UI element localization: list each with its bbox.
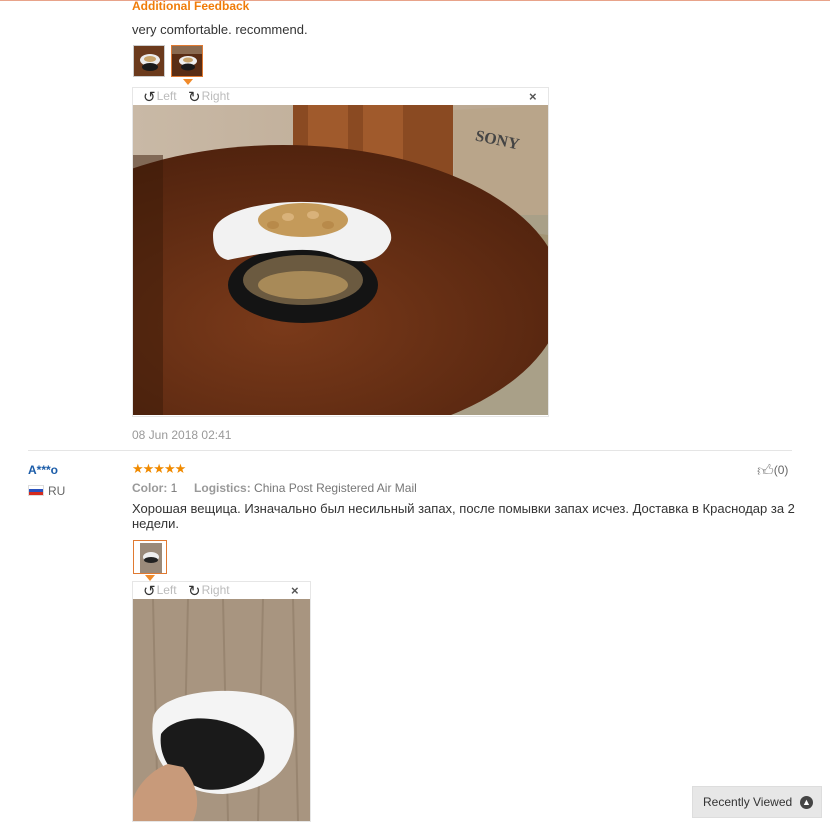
review-photo-large (133, 599, 310, 821)
rotate-right-icon: ↻ (188, 89, 201, 106)
logistics-label: Logistics: (194, 481, 251, 495)
top-divider (0, 0, 830, 1)
thumbs-up-icon: 👍︎ (757, 463, 774, 480)
close-viewer-button[interactable]: × (529, 89, 537, 104)
rotate-right-label: Right (201, 583, 230, 597)
additional-feedback-title: Additional Feedback (132, 0, 250, 13)
rotate-right-button[interactable]: ↻Right (188, 88, 230, 106)
helpful-button[interactable]: 👍︎(0) (757, 462, 788, 481)
review-photo-thumbnail[interactable] (133, 45, 165, 77)
review-photo-thumbnail-selected[interactable] (171, 45, 203, 77)
photo-viewer: ↺Left ↻Right × (132, 581, 311, 822)
review-photo-thumbnail-selected[interactable] (133, 540, 167, 574)
rotate-left-button[interactable]: ↺Left (143, 582, 177, 600)
reviewer-country: RU (28, 484, 65, 498)
color-value: 1 (170, 481, 178, 495)
recently-viewed-button[interactable]: Recently Viewed ▲ (692, 786, 822, 818)
recently-viewed-label: Recently Viewed (703, 795, 793, 809)
country-code: RU (48, 484, 66, 498)
close-viewer-button[interactable]: × (291, 583, 299, 598)
chevron-up-icon: ▲ (800, 796, 813, 809)
selected-indicator-caret (183, 79, 193, 85)
feedback-text: very comfortable. recommend. (132, 22, 308, 37)
rotate-right-icon: ↻ (188, 583, 201, 600)
order-info: Color: 1 Logistics: China Post Registere… (132, 481, 417, 495)
review-date: 08 Jun 2018 02:41 (132, 428, 232, 442)
review-text-line2: недели. (132, 516, 179, 531)
photo-viewer: ↺Left ↻Right × SONY (132, 87, 549, 417)
rotate-left-label: Left (156, 583, 177, 597)
reviewer-name: A***o (28, 463, 59, 477)
photo-viewer-toolbar: ↺Left ↻Right × (133, 582, 310, 600)
rotate-right-button[interactable]: ↻Right (188, 582, 230, 600)
russia-flag-icon (28, 485, 44, 496)
helpful-count: (0) (773, 463, 789, 477)
rotate-left-icon: ↺ (143, 583, 156, 600)
photo-viewer-toolbar: ↺Left ↻Right × (133, 88, 548, 106)
review-photo-large: SONY (133, 105, 548, 415)
rotate-left-icon: ↺ (143, 89, 156, 106)
review-text-line1: Хорошая вещица. Изначально был несильный… (132, 501, 795, 516)
star-rating: ★★★★★ (132, 461, 186, 476)
rotate-right-label: Right (201, 89, 230, 103)
review-divider (28, 450, 792, 451)
rotate-left-label: Left (156, 89, 177, 103)
rotate-left-button[interactable]: ↺Left (143, 88, 177, 106)
logistics-value: China Post Registered Air Mail (254, 481, 417, 495)
color-label: Color: (132, 481, 168, 495)
